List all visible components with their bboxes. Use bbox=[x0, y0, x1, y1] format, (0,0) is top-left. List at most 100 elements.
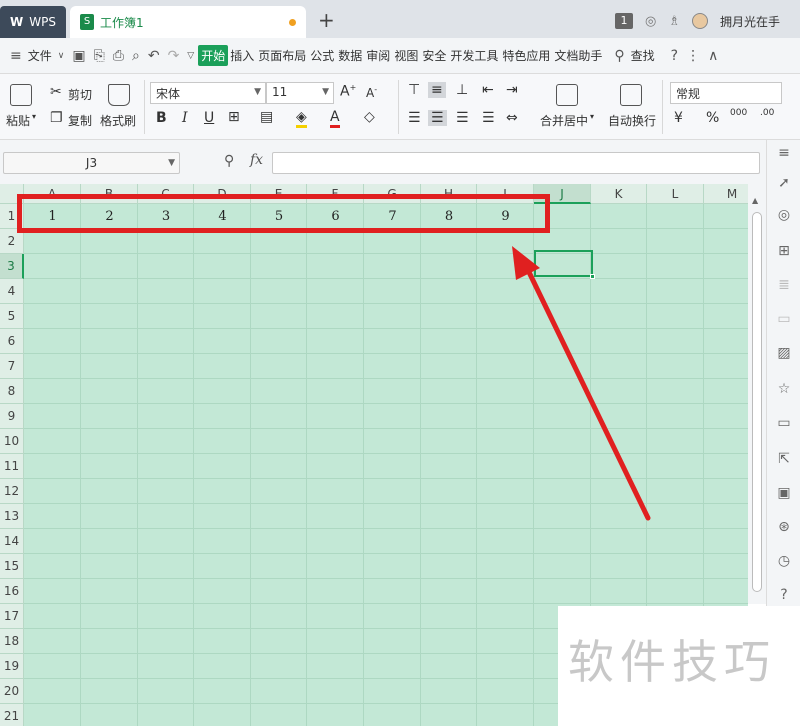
chevron-down-icon[interactable]: ▾ bbox=[590, 112, 594, 121]
tab-formulas[interactable]: 公式 bbox=[308, 47, 336, 64]
cell-style-icon[interactable]: ▤ bbox=[260, 109, 273, 125]
help-icon[interactable]: ? bbox=[775, 586, 793, 604]
row-header-18[interactable]: 18 bbox=[0, 629, 24, 654]
row-header-10[interactable]: 10 bbox=[0, 429, 24, 454]
column-header-l[interactable]: L bbox=[647, 184, 704, 204]
row-header-9[interactable]: 9 bbox=[0, 404, 24, 429]
row-header-7[interactable]: 7 bbox=[0, 354, 24, 379]
row-header-21[interactable]: 21 bbox=[0, 704, 24, 726]
row-header-8[interactable]: 8 bbox=[0, 379, 24, 404]
number-format-select[interactable]: 常规 bbox=[670, 82, 782, 104]
shapes-icon[interactable]: ◎ bbox=[775, 206, 793, 224]
fill-handle[interactable] bbox=[590, 274, 595, 279]
paste-dropdown-icon[interactable]: ▾ bbox=[32, 112, 36, 121]
tab-workbook[interactable]: S 工作簿1 bbox=[70, 6, 306, 38]
scrollbar-thumb[interactable] bbox=[752, 212, 762, 592]
print-preview-icon[interactable]: ⌕ bbox=[132, 48, 140, 64]
hamburger-icon[interactable]: ≡ bbox=[775, 144, 793, 162]
row-header-20[interactable]: 20 bbox=[0, 679, 24, 704]
formula-input[interactable] bbox=[272, 152, 760, 174]
currency-icon[interactable]: ¥ bbox=[674, 110, 683, 126]
row-header-3[interactable]: 3 bbox=[0, 254, 24, 279]
new-tab-button[interactable]: + bbox=[318, 8, 335, 32]
bold-icon[interactable]: B bbox=[156, 110, 167, 126]
tab-data[interactable]: 数据 bbox=[336, 47, 364, 64]
paste-icon[interactable] bbox=[10, 84, 32, 106]
name-box[interactable]: J3 ▼ bbox=[3, 152, 180, 174]
justify-icon[interactable]: ☰ bbox=[482, 110, 495, 126]
tab-page-layout[interactable]: 页面布局 bbox=[256, 47, 308, 64]
row-header-19[interactable]: 19 bbox=[0, 654, 24, 679]
font-name-select[interactable]: 宋体 ▼ bbox=[150, 82, 266, 104]
menu-file[interactable]: 文件 bbox=[26, 47, 54, 64]
row-header-15[interactable]: 15 bbox=[0, 554, 24, 579]
tab-view[interactable]: 视图 bbox=[392, 47, 420, 64]
image-gallery-icon[interactable]: ▨ bbox=[775, 344, 793, 362]
row-header-5[interactable]: 5 bbox=[0, 304, 24, 329]
print-icon[interactable]: ⎙ bbox=[113, 48, 124, 64]
search-icon[interactable]: ⚲ bbox=[614, 48, 624, 64]
tab-security[interactable]: 安全 bbox=[420, 47, 448, 64]
row-header-11[interactable]: 11 bbox=[0, 454, 24, 479]
window-count-badge[interactable]: 1 bbox=[614, 13, 633, 29]
zoom-icon[interactable]: ⚲ bbox=[224, 153, 234, 169]
row-header-4[interactable]: 4 bbox=[0, 279, 24, 304]
wrap-text-icon[interactable] bbox=[620, 84, 642, 106]
decrease-font-icon[interactable]: A- bbox=[366, 85, 377, 100]
underline-icon[interactable]: U bbox=[204, 110, 214, 126]
column-header-k[interactable]: K bbox=[591, 184, 647, 204]
scroll-up-icon[interactable]: ▲ bbox=[752, 196, 758, 205]
paste-button[interactable]: 粘贴 bbox=[6, 112, 30, 129]
vertical-scrollbar[interactable]: ▲ bbox=[748, 184, 766, 604]
row-header-14[interactable]: 14 bbox=[0, 529, 24, 554]
avatar[interactable] bbox=[691, 13, 708, 29]
row-header-6[interactable]: 6 bbox=[0, 329, 24, 354]
align-center-icon[interactable]: ☰ bbox=[428, 110, 447, 126]
align-right-icon[interactable]: ☰ bbox=[456, 110, 469, 126]
font-size-select[interactable]: 11 ▼ bbox=[266, 82, 334, 104]
selected-cell-j3[interactable] bbox=[534, 250, 595, 279]
undo-icon[interactable]: ↶ bbox=[148, 48, 160, 64]
share-icon[interactable]: ⇱ bbox=[775, 450, 793, 468]
align-top-icon[interactable]: ⊤ bbox=[408, 82, 420, 98]
help-icon[interactable]: ? bbox=[671, 48, 678, 64]
history-icon[interactable]: ◷ bbox=[775, 552, 793, 570]
italic-icon[interactable]: I bbox=[182, 110, 188, 126]
cursor-icon[interactable]: ➚ bbox=[775, 174, 793, 192]
tab-insert[interactable]: 插入 bbox=[228, 47, 256, 64]
save-icon[interactable]: ▣ bbox=[72, 48, 85, 64]
more-dropdown-icon[interactable]: ▽ bbox=[187, 51, 194, 61]
indent-decrease-icon[interactable]: ⇤ bbox=[482, 82, 494, 98]
increase-font-icon[interactable]: A+ bbox=[340, 83, 356, 100]
skin-icon[interactable]: ◎ bbox=[645, 14, 656, 29]
align-middle-icon[interactable]: ≡ bbox=[428, 82, 446, 98]
decimal-button[interactable]: .00 bbox=[760, 108, 774, 118]
align-bottom-icon[interactable]: ⊥ bbox=[456, 82, 468, 98]
tab-wps-home[interactable]: W WPS bbox=[0, 6, 66, 38]
row-header-13[interactable]: 13 bbox=[0, 504, 24, 529]
tab-developer[interactable]: 开发工具 bbox=[448, 47, 500, 64]
table-icon[interactable]: ⊞ bbox=[775, 242, 793, 260]
chevron-down-icon[interactable]: ∨ bbox=[58, 51, 65, 61]
hamburger-icon[interactable]: ≡ bbox=[10, 48, 22, 64]
copy-button[interactable]: 复制 bbox=[68, 112, 92, 129]
shirt-icon[interactable]: ♗ bbox=[668, 14, 680, 29]
row-header-12[interactable]: 12 bbox=[0, 479, 24, 504]
merge-center-icon[interactable] bbox=[556, 84, 578, 106]
download-icon[interactable]: ⊛ bbox=[775, 518, 793, 536]
format-painter-button[interactable]: 格式刷 bbox=[100, 112, 136, 129]
indent-increase-icon[interactable]: ⇥ bbox=[506, 82, 518, 98]
picture-icon[interactable]: ▣ bbox=[775, 484, 793, 502]
collapse-ribbon-icon[interactable]: ∧ bbox=[708, 48, 718, 64]
thousands-button[interactable]: 000 bbox=[730, 108, 747, 118]
more-icon[interactable]: ⋮ bbox=[686, 48, 700, 64]
row-header-16[interactable]: 16 bbox=[0, 579, 24, 604]
border-icon[interactable]: ⊞ bbox=[228, 109, 240, 125]
merge-center-button[interactable]: 合并居中 bbox=[540, 112, 588, 129]
fx-icon[interactable]: fx bbox=[250, 152, 263, 168]
export-icon[interactable]: ⎘ bbox=[94, 48, 105, 64]
star-icon[interactable]: ☆ bbox=[775, 380, 793, 398]
wrap-text-button[interactable]: 自动换行 bbox=[608, 112, 656, 129]
fill-color-icon[interactable]: ◈ bbox=[296, 109, 307, 128]
tab-home[interactable]: 开始 bbox=[198, 45, 229, 66]
